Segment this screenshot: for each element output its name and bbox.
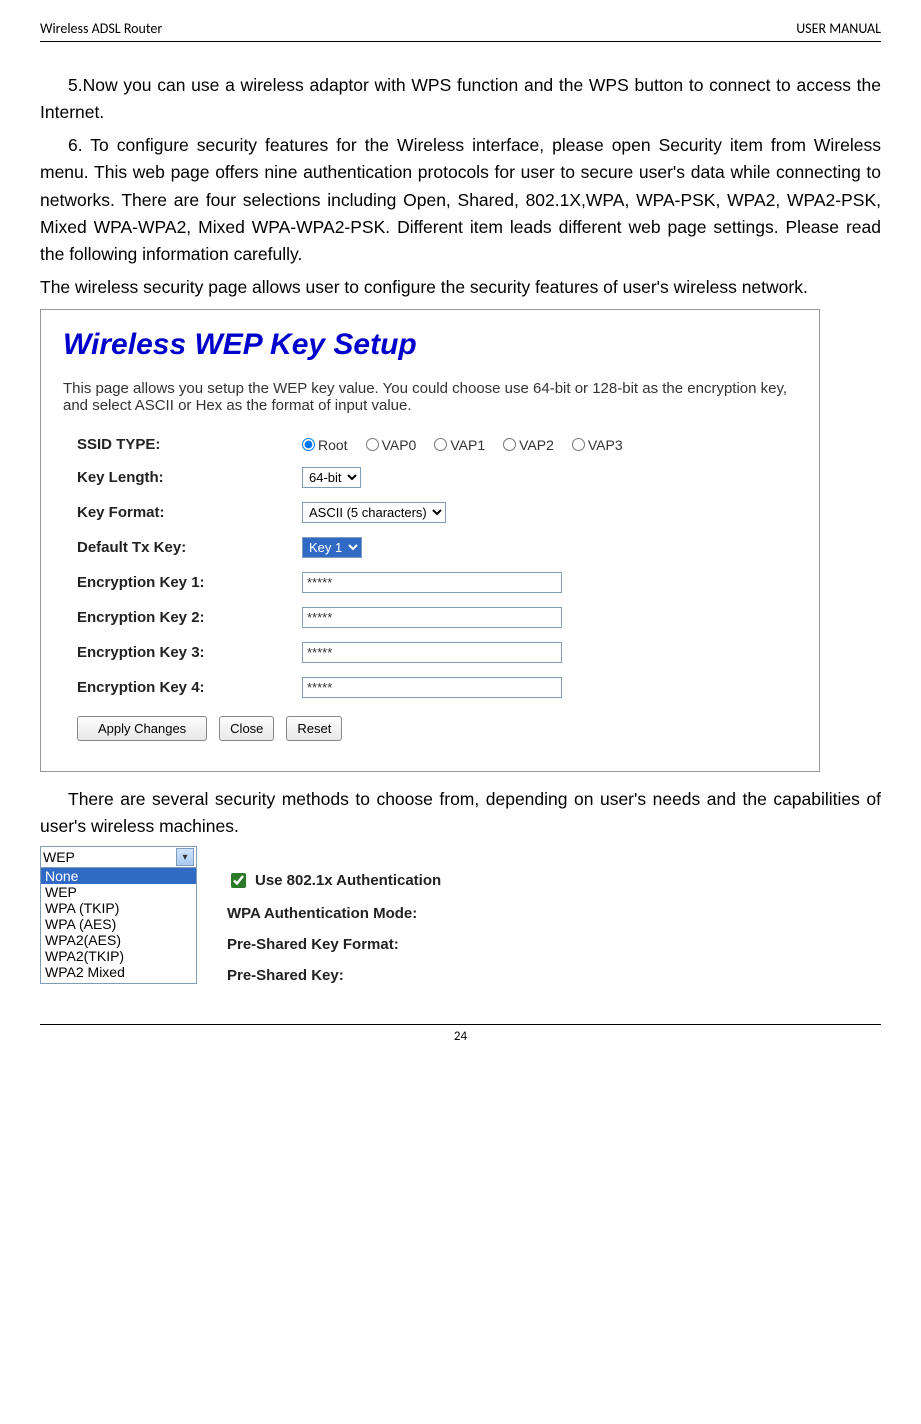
- reset-button[interactable]: Reset: [286, 716, 342, 741]
- dropdown-item-wep[interactable]: WEP: [41, 884, 196, 900]
- enc-key-3-label: Encryption Key 3:: [63, 644, 302, 661]
- use-8021x-row: Use 802.1x Authentication: [227, 870, 441, 891]
- enc-key-4-input[interactable]: [302, 677, 562, 698]
- row-default-tx-key: Default Tx Key: Key 1: [63, 537, 797, 558]
- radio-vap3[interactable]: VAP3: [572, 437, 623, 453]
- apply-changes-button[interactable]: Apply Changes: [77, 716, 207, 741]
- radio-vap2-input[interactable]: [503, 438, 516, 451]
- dropdown-item-wpa-tkip[interactable]: WPA (TKIP): [41, 900, 196, 916]
- radio-vap3-label: VAP3: [588, 437, 623, 453]
- radio-vap1-label: VAP1: [450, 437, 485, 453]
- radio-vap2-label: VAP2: [519, 437, 554, 453]
- default-tx-key-select[interactable]: Key 1: [302, 537, 362, 558]
- radio-vap3-input[interactable]: [572, 438, 585, 451]
- enc-key-2-input[interactable]: [302, 607, 562, 628]
- button-row: Apply Changes Close Reset: [63, 716, 797, 741]
- radio-root-label: Root: [318, 437, 348, 453]
- dropdown-item-none[interactable]: None: [41, 868, 196, 884]
- header-left: Wireless ADSL Router: [40, 20, 162, 37]
- dropdown-item-wpa-aes[interactable]: WPA (AES): [41, 916, 196, 932]
- enc-key-2-label: Encryption Key 2:: [63, 609, 302, 626]
- use-8021x-label: Use 802.1x Authentication: [255, 872, 441, 889]
- row-enc-key-4: Encryption Key 4:: [63, 677, 797, 698]
- row-ssid-type: SSID TYPE: Root VAP0 VAP1 VAP2 VAP3: [63, 436, 797, 453]
- ssid-type-radios: Root VAP0 VAP1 VAP2 VAP3: [302, 437, 623, 453]
- paragraph-7: There are several security methods to ch…: [40, 786, 881, 840]
- page-header: Wireless ADSL Router USER MANUAL: [40, 20, 881, 42]
- paragraph-5: 5.Now you can use a wireless adaptor wit…: [40, 72, 881, 126]
- radio-vap0-input[interactable]: [366, 438, 379, 451]
- radio-vap1-input[interactable]: [434, 438, 447, 451]
- row-enc-key-1: Encryption Key 1:: [63, 572, 797, 593]
- key-length-label: Key Length:: [63, 469, 302, 486]
- wep-description: This page allows you setup the WEP key v…: [63, 380, 797, 414]
- row-enc-key-3: Encryption Key 3:: [63, 642, 797, 663]
- encryption-dropdown[interactable]: WEP ▾ None WEP WPA (TKIP) WPA (AES) WPA2…: [40, 846, 197, 984]
- default-tx-key-label: Default Tx Key:: [63, 539, 302, 556]
- paragraph-6b: The wireless security page allows user t…: [40, 274, 881, 301]
- security-dropdown-screenshot: WEP ▾ None WEP WPA (TKIP) WPA (AES) WPA2…: [40, 846, 881, 984]
- enc-key-1-input[interactable]: [302, 572, 562, 593]
- radio-vap1[interactable]: VAP1: [434, 437, 485, 453]
- radio-vap2[interactable]: VAP2: [503, 437, 554, 453]
- enc-key-4-label: Encryption Key 4:: [63, 679, 302, 696]
- dropdown-item-wpa2-mixed[interactable]: WPA2 Mixed: [41, 964, 196, 980]
- row-enc-key-2: Encryption Key 2:: [63, 607, 797, 628]
- dropdown-item-wpa2-aes[interactable]: WPA2(AES): [41, 932, 196, 948]
- encryption-dropdown-current: WEP: [43, 849, 75, 865]
- header-right: USER MANUAL: [796, 20, 881, 37]
- wpa-auth-mode-label: WPA Authentication Mode:: [227, 905, 441, 922]
- key-format-label: Key Format:: [63, 504, 302, 521]
- radio-vap0-label: VAP0: [382, 437, 417, 453]
- enc-key-1-label: Encryption Key 1:: [63, 574, 302, 591]
- radio-root-input[interactable]: [302, 438, 315, 451]
- ssid-type-label: SSID TYPE:: [63, 436, 302, 453]
- key-length-select[interactable]: 64-bit: [302, 467, 361, 488]
- paragraph-6: 6. To configure security features for th…: [40, 132, 881, 268]
- page-number: 24: [40, 1024, 881, 1044]
- row-key-length: Key Length: 64-bit: [63, 467, 797, 488]
- close-button[interactable]: Close: [219, 716, 274, 741]
- wep-setup-screenshot: Wireless WEP Key Setup This page allows …: [40, 309, 820, 772]
- radio-root[interactable]: Root: [302, 437, 348, 453]
- dropdown-item-wpa2-tkip[interactable]: WPA2(TKIP): [41, 948, 196, 964]
- psk-format-label: Pre-Shared Key Format:: [227, 936, 441, 953]
- row-key-format: Key Format: ASCII (5 characters): [63, 502, 797, 523]
- encryption-dropdown-top[interactable]: WEP ▾: [41, 847, 196, 868]
- auth-settings-column: Use 802.1x Authentication WPA Authentica…: [227, 846, 441, 984]
- chevron-down-icon[interactable]: ▾: [176, 848, 194, 866]
- enc-key-3-input[interactable]: [302, 642, 562, 663]
- wep-title: Wireless WEP Key Setup: [63, 328, 797, 362]
- use-8021x-checkbox[interactable]: [231, 873, 246, 888]
- radio-vap0[interactable]: VAP0: [366, 437, 417, 453]
- key-format-select[interactable]: ASCII (5 characters): [302, 502, 446, 523]
- psk-label: Pre-Shared Key:: [227, 967, 441, 984]
